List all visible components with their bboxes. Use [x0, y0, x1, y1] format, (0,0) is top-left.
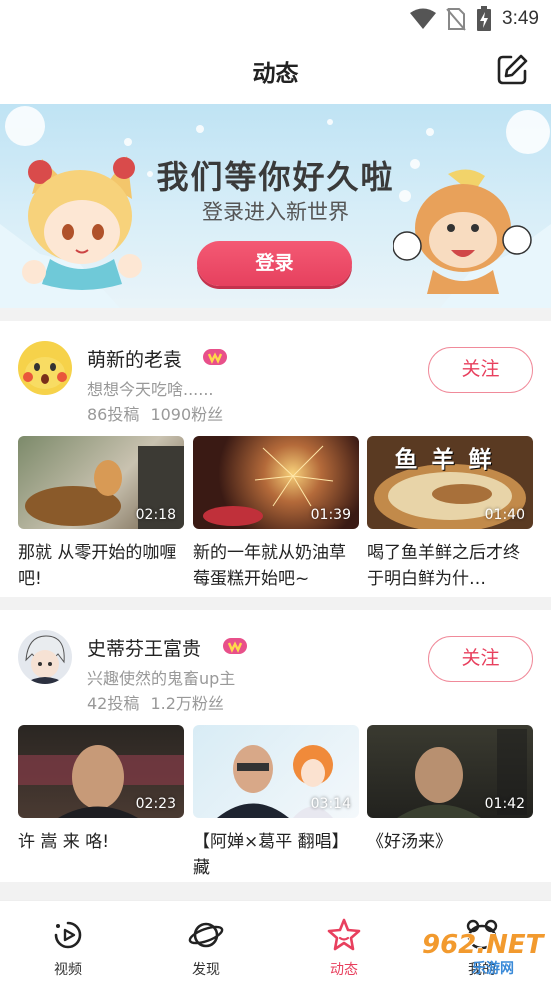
star-icon	[327, 918, 361, 951]
video-duration: 02:23	[135, 796, 176, 812]
wifi-icon	[410, 8, 437, 29]
nav-label: 动态	[330, 962, 358, 978]
no-sim-icon	[446, 8, 466, 31]
video-item[interactable]: 03:14 【阿婵×葛平 翻唱】藏	[193, 725, 359, 881]
battery-charging-icon	[477, 6, 492, 31]
nav-item-dynamic[interactable]: 动态	[299, 901, 389, 981]
video-title[interactable]: 【阿婵×葛平 翻唱】藏	[193, 829, 359, 881]
watermark-text: 962.NET	[422, 930, 544, 960]
video-duration: 02:18	[135, 507, 176, 523]
video-item[interactable]: 鱼羊鲜 01:40 喝了鱼羊鲜之后才终于明白鲜为什…	[367, 436, 533, 592]
status-icons: 3:49	[410, 6, 539, 32]
nav-label: 发现	[192, 962, 220, 978]
video-duration: 03:14	[310, 796, 351, 812]
edit-icon[interactable]	[495, 53, 529, 87]
video-thumbnail[interactable]: 01:42	[367, 725, 533, 818]
creator-name[interactable]: 萌新的老袁	[87, 345, 182, 372]
video-item[interactable]: 02:23 许 嵩 来 咯!	[18, 725, 184, 881]
video-duration: 01:40	[484, 507, 525, 523]
video-thumbnail[interactable]: 01:39	[193, 436, 359, 529]
banner-title: 我们等你好久啦	[156, 158, 395, 196]
nav-item-video[interactable]: 视频	[23, 901, 113, 981]
site-watermark: 962.NET 乐游网	[418, 928, 548, 977]
thumbnail-caption: 鱼羊鲜	[394, 447, 506, 473]
status-time: 3:49	[502, 8, 539, 29]
video-title[interactable]: 那就 从零开始的咖喱吧!	[18, 540, 184, 592]
video-item[interactable]: 01:39 新的一年就从奶油草莓蛋糕开始吧~	[193, 436, 359, 592]
creator-card: 史蒂芬王富贵 兴趣使然的鬼畜up主 42投稿 1.2万粉丝 关注 02:23 许…	[0, 610, 551, 882]
creator-card: 萌新的老袁 想想今天吃啥...... 86投稿 1090粉丝 关注 02:18 …	[0, 321, 551, 597]
video-title[interactable]: 喝了鱼羊鲜之后才终于明白鲜为什…	[367, 540, 533, 592]
video-duration: 01:42	[484, 796, 525, 812]
watermark-subtext: 乐游网	[472, 961, 514, 977]
creator-description: 想想今天吃啥......	[87, 380, 214, 399]
video-title[interactable]: 新的一年就从奶油草莓蛋糕开始吧~	[193, 540, 359, 592]
login-button[interactable]: 登录	[197, 241, 352, 286]
video-title[interactable]: 《好汤来》	[367, 829, 533, 881]
status-bar: 3:49	[0, 0, 551, 36]
crown-badge-icon	[223, 638, 247, 654]
nav-item-discover[interactable]: 发现	[161, 901, 251, 981]
page-title: 动态	[252, 61, 299, 87]
login-banner: 我们等你好久啦 登录进入新世界 登录	[0, 104, 551, 308]
planet-icon	[188, 922, 224, 948]
video-duration: 01:39	[310, 507, 351, 523]
nav-label: 视频	[54, 962, 82, 978]
anime-boy-avatar-image	[18, 630, 72, 684]
crown-badge-icon	[203, 349, 227, 365]
video-thumbnail[interactable]: 03:14	[193, 725, 359, 818]
video-item[interactable]: 01:42 《好汤来》	[367, 725, 533, 881]
pikachu-avatar-image	[18, 341, 72, 395]
video-list: 02:23 许 嵩 来 咯! 03:14 【阿婵×葛平 翻唱】藏 01:42 《…	[18, 725, 533, 878]
creator-description: 兴趣使然的鬼畜up主	[87, 669, 236, 688]
creator-stats: 86投稿 1090粉丝	[87, 405, 224, 424]
creator-name[interactable]: 史蒂芬王富贵	[87, 634, 201, 661]
follow-button[interactable]: 关注	[428, 347, 533, 393]
video-thumbnail[interactable]: 02:23	[18, 725, 184, 818]
follow-button[interactable]: 关注	[428, 636, 533, 682]
video-title[interactable]: 许 嵩 来 咯!	[18, 829, 184, 881]
video-list: 02:18 那就 从零开始的咖喱吧! 01:39 新的一年就从奶油草莓蛋糕开始吧…	[18, 436, 533, 589]
avatar[interactable]	[18, 630, 72, 684]
video-icon	[54, 921, 82, 949]
video-thumbnail[interactable]: 02:18	[18, 436, 184, 529]
avatar[interactable]	[18, 341, 72, 395]
creator-stats: 42投稿 1.2万粉丝	[87, 694, 224, 713]
video-item[interactable]: 02:18 那就 从零开始的咖喱吧!	[18, 436, 184, 592]
video-thumbnail[interactable]: 鱼羊鲜 01:40	[367, 436, 533, 529]
header: 动态	[0, 36, 551, 104]
banner-subtitle: 登录进入新世界	[202, 200, 349, 224]
